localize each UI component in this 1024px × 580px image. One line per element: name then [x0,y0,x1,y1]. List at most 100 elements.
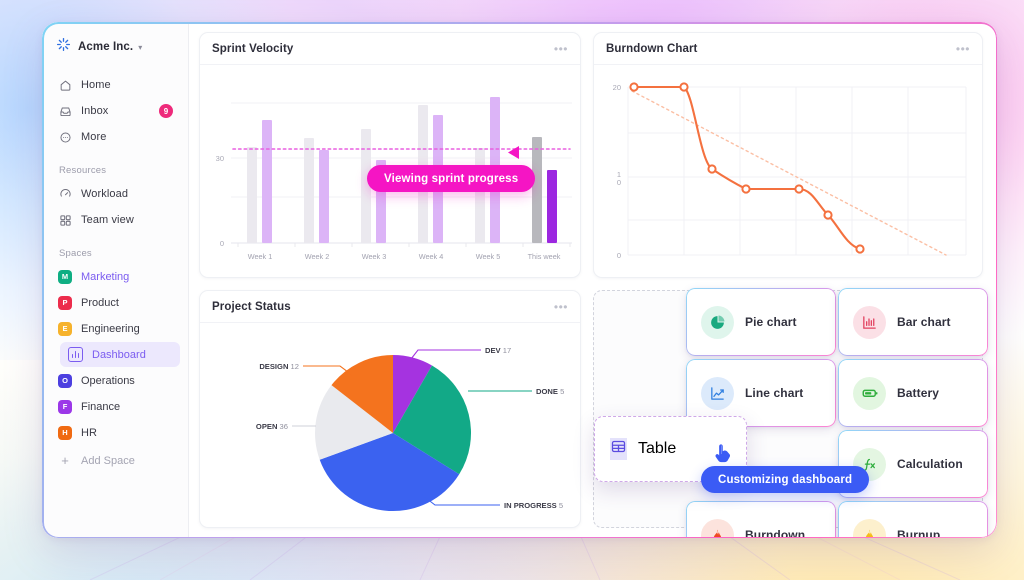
space-avatar: P [58,295,72,310]
sidebar-item-more[interactable]: More [50,124,180,150]
space-label: Dashboard [92,348,146,361]
card-menu-icon[interactable]: ••• [554,301,568,313]
card-menu-icon[interactable]: ••• [554,43,568,55]
add-space-label: Add Space [81,454,135,467]
chart-project-status: DEV 17 DONE 5 IN PROGRESS 5 OPEN 36 DESI… [200,323,580,527]
dashboard-main: Sprint Velocity ••• 30 0 Week 1 Week 2 W… [189,22,997,538]
sidebar-item-label: More [81,131,107,143]
sidebar-item-finance[interactable]: F Finance [50,394,180,419]
widget-card-burnup[interactable]: Burnup [838,501,988,538]
chart-sprint-velocity: 30 0 Week 1 Week 2 Week 3 Week 4 Week 5 … [200,65,580,277]
sidebar-item-label: Team view [81,214,134,226]
widget-card-pie-chart[interactable]: Pie chart [686,288,836,356]
card-header: Sprint Velocity ••• [200,33,580,65]
space-label: HR [81,426,97,439]
home-icon [58,78,72,92]
card-header: Burndown Chart ••• [594,33,982,65]
grid-icon [58,213,72,227]
sidebar-item-hr[interactable]: H HR [50,420,180,445]
battery-icon [853,376,886,410]
sidebar: Acme Inc. ▾ Home Inbox 9 More Resources … [42,22,189,538]
sidebar-item-marketing[interactable]: M Marketing [50,264,180,289]
svg-text:OPEN 36: OPEN 36 [256,422,288,431]
sprint-cursor-icon [503,144,521,167]
pointer-hand-cursor-icon [713,442,733,469]
resources-section-title: Resources [59,165,107,176]
svg-text:DESIGN 12: DESIGN 12 [259,362,299,371]
spaces-section-title: Spaces [59,248,92,259]
svg-text:Week 5: Week 5 [476,252,501,261]
svg-text:IN PROGRESS 5: IN PROGRESS 5 [504,501,563,510]
svg-text:Week 3: Week 3 [362,252,387,261]
widget-label: Burnup [897,528,941,538]
primary-nav: Home Inbox 9 More [50,72,180,150]
card-header: Project Status ••• [200,291,580,323]
add-space-button[interactable]: + Add Space [50,448,180,473]
sidebar-item-product[interactable]: P Product [50,290,180,315]
widget-label: Pie chart [745,315,797,329]
pie-chart-svg: DEV 17 DONE 5 IN PROGRESS 5 OPEN 36 DESI… [256,346,564,512]
workspace-name: Acme Inc. [78,41,134,53]
inbox-badge: 9 [159,104,173,118]
pie-chart-icon [701,305,734,339]
sidebar-item-engineering[interactable]: E Engineering [50,316,180,341]
chevron-down-icon: ▾ [138,42,143,52]
widget-card-battery[interactable]: Battery [838,359,988,427]
widget-label: Burndown [745,528,806,538]
table-icon [610,438,627,460]
space-label: Operations [81,374,135,387]
sidebar-item-home[interactable]: Home [50,72,180,98]
widget-label: Bar chart [897,315,951,329]
page-title: Burndown Chart [606,42,698,55]
svg-text:DEV 17: DEV 17 [485,346,511,355]
space-avatar: F [58,399,72,414]
gauge-icon [58,187,72,201]
widget-label: Calculation [897,457,963,471]
card-menu-icon[interactable]: ••• [956,43,970,55]
inbox-icon [58,104,72,118]
plus-icon: + [61,453,69,468]
sidebar-item-label: Inbox [81,105,109,117]
page-title: Sprint Velocity [212,42,294,55]
workspace-switcher[interactable]: Acme Inc. ▾ [50,28,180,66]
sidebar-item-team-view[interactable]: Team view [50,207,180,233]
flame-yellow-icon [853,518,886,538]
svg-text:0: 0 [617,251,621,260]
widget-card-burndown[interactable]: Burndown [686,501,836,538]
flame-red-icon [701,518,734,538]
sidebar-item-workload[interactable]: Workload [50,181,180,207]
card-project-status: Project Status ••• DEV 17 DONE 5 IN PROG… [199,290,581,528]
sidebar-item-inbox[interactable]: Inbox 9 [50,98,180,124]
starburst-logo [56,37,71,57]
space-label: Product [81,296,119,309]
space-avatar: O [58,373,72,388]
tooltip-customizing-dashboard: Customizing dashboard [701,466,870,493]
widget-card-bar-chart[interactable]: Bar chart [838,288,988,356]
app-window: Acme Inc. ▾ Home Inbox 9 More Resources … [42,22,997,538]
svg-text:30: 30 [216,154,224,163]
space-label: Finance [81,400,121,413]
svg-text:0: 0 [617,178,621,187]
more-circle-icon [58,130,72,144]
bar-chart-icon [853,305,886,339]
dashboard-chart-icon [68,347,83,362]
widget-label: Battery [897,386,940,400]
sidebar-item-operations[interactable]: O Operations [50,368,180,393]
sidebar-item-label: Home [81,79,111,91]
widget-label: Line chart [745,386,804,400]
line-chart-icon [701,376,734,410]
space-label: Marketing [81,270,130,283]
sidebar-item-label: Workload [81,188,129,200]
widget-label: Table [638,440,677,457]
svg-text:0: 0 [220,239,224,248]
space-avatar: E [58,321,72,336]
svg-text:Week 2: Week 2 [305,252,330,261]
svg-text:This week: This week [528,252,561,261]
space-avatar: M [58,269,72,284]
svg-text:Week 4: Week 4 [419,252,444,261]
sidebar-item-dashboard[interactable]: Dashboard [60,342,180,367]
svg-text:20: 20 [613,83,621,92]
chart-burndown: 20 1 0 0 [594,65,982,277]
widget-picker-panel: Pie chart Bar chart Line chart Battery C… [593,288,988,538]
card-burndown-chart: Burndown Chart ••• 20 1 0 0 [593,32,983,278]
